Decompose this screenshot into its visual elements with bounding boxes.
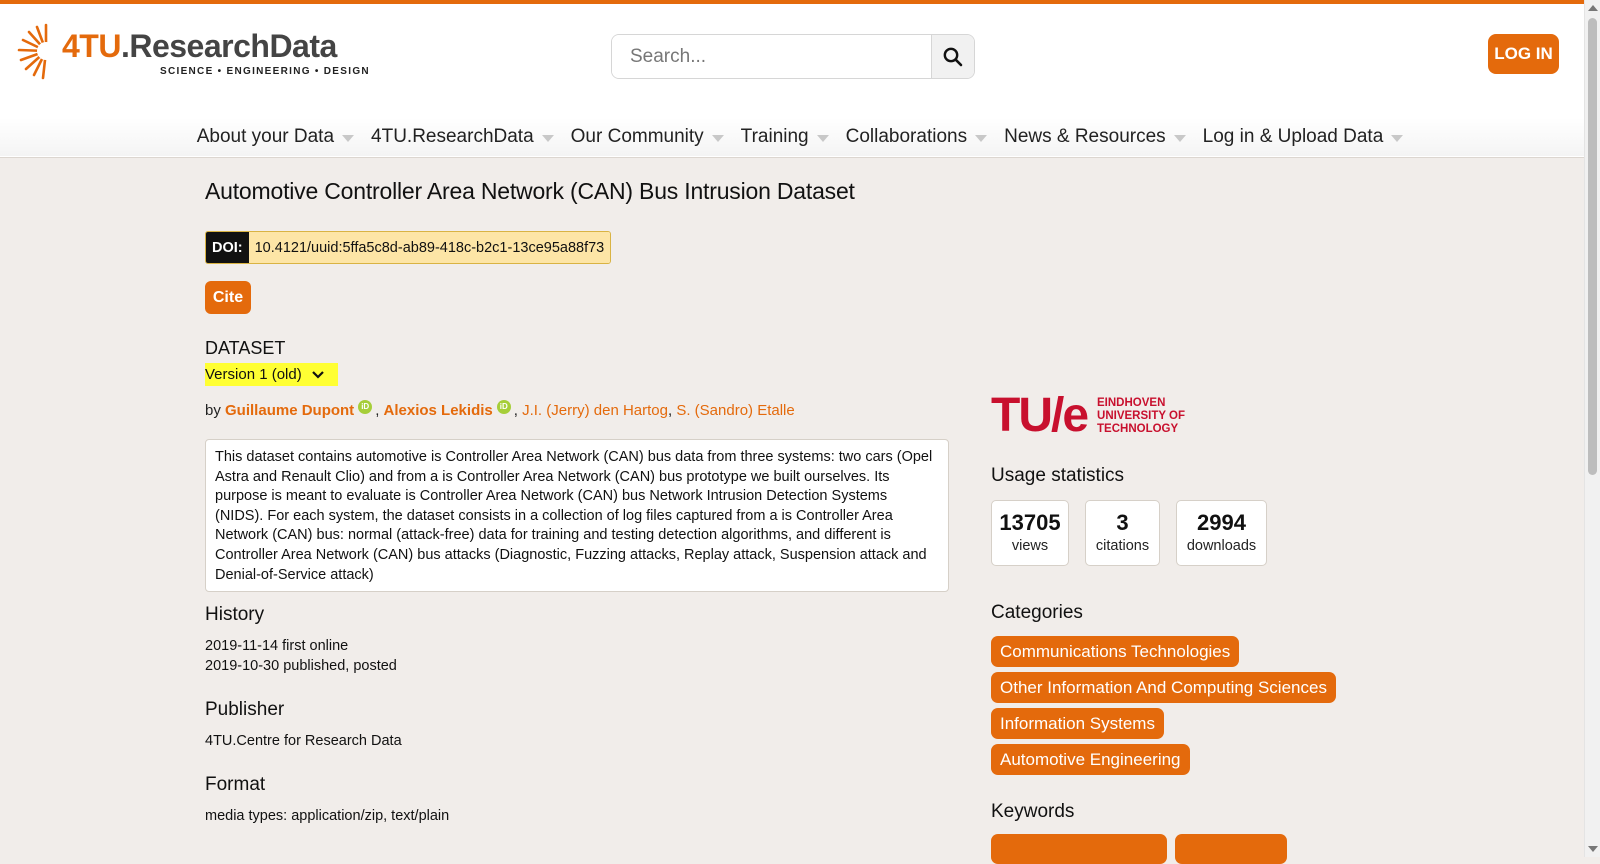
category-tag[interactable]: Automotive Engineering [991, 744, 1190, 775]
logo-sunburst-icon [17, 23, 55, 80]
search-bar [611, 34, 975, 79]
nav-item-news-resources[interactable]: News & Resources [1004, 118, 1186, 156]
caret-down-icon [1173, 134, 1186, 142]
orcid-icon[interactable]: iD [496, 400, 511, 414]
dataset-title: Automotive Controller Area Network (CAN)… [205, 178, 855, 204]
scrollbar-thumb[interactable] [1588, 18, 1597, 475]
stat-downloads: 2994 downloads [1176, 500, 1267, 566]
author-separator: , [513, 401, 518, 419]
caret-down-icon [975, 134, 988, 142]
nav-item-label: Log in & Upload Data [1202, 126, 1384, 147]
author-link[interactable]: J.I. (Jerry) den Hartog [522, 402, 668, 419]
main-nav: About your Data 4TU.ResearchData Our Com… [0, 118, 1600, 156]
category-tag[interactable]: Information Systems [991, 708, 1164, 739]
by-label: by [205, 401, 221, 419]
institution-mark: TU/e [991, 389, 1089, 442]
stat-label: citations [1095, 538, 1150, 554]
caret-down-icon [816, 134, 829, 142]
keywords-heading: Keywords [991, 801, 1075, 822]
version-select[interactable]: Version 1 (old) [205, 363, 338, 386]
institution-name-line: TECHNOLOGY [1097, 422, 1179, 435]
usage-stats: 13705 views 3 citations 2994 downloads [991, 500, 1267, 566]
nav-item-label: 4TU.ResearchData [371, 126, 534, 147]
caret-down-icon [1391, 134, 1404, 142]
site-header: 4TU.ResearchData SCIENCE • ENGINEERING •… [0, 4, 1600, 158]
chevron-down-icon [311, 370, 324, 379]
stat-value: 2994 [1197, 510, 1246, 535]
version-label: Version 1 (old) [205, 366, 302, 383]
logo-tagline: SCIENCE • ENGINEERING • DESIGN [160, 66, 370, 77]
nav-item-label: Collaborations [845, 126, 968, 147]
author-list: by Guillaume Dupont iD, Alexios Lekidis … [205, 400, 795, 420]
caret-down-icon [342, 134, 355, 142]
page-scrollbar[interactable] [1584, 0, 1600, 857]
doi-label: DOI: [206, 232, 249, 263]
doi-value[interactable]: 10.4121/uuid:5ffa5c8d-ab89-418c-b2c1-13c… [248, 232, 611, 263]
login-button[interactable]: LOG IN [1488, 34, 1559, 74]
format-value: media types: application/zip, text/plain [205, 808, 450, 824]
nav-item-label: News & Resources [1004, 126, 1166, 147]
history-entry: 2019-10-30 published, posted [205, 658, 397, 674]
category-tag[interactable]: Other Information And Computing Sciences [991, 672, 1336, 703]
author-link[interactable]: S. (Sandro) Etalle [676, 402, 794, 419]
scroll-up-icon[interactable] [1588, 5, 1598, 11]
nav-item-label: About your Data [196, 126, 335, 147]
dataset-type-label: DATASET [205, 338, 286, 358]
doi-badge: DOI: 10.4121/uuid:5ffa5c8d-ab89-418c-b2c… [205, 231, 612, 264]
stat-value: 13705 [999, 510, 1061, 535]
institution-logo[interactable]: TU/e EINDHOVEN UNIVERSITY OF TECHNOLOGY [991, 392, 1185, 440]
format-heading: Format [205, 774, 266, 795]
author-link[interactable]: Guillaume Dupont [225, 402, 354, 419]
category-list: Communications Technologies Other Inform… [991, 636, 1336, 775]
history-entry: 2019-11-14 first online [205, 638, 349, 654]
cite-button[interactable]: Cite [205, 281, 251, 314]
caret-down-icon [541, 134, 554, 142]
orcid-icon[interactable]: iD [358, 400, 373, 414]
author-separator: , [667, 401, 673, 419]
keyword-list [991, 834, 1287, 864]
logo-number: 4TU [62, 28, 121, 64]
nav-item-collaborations[interactable]: Collaborations [845, 118, 988, 156]
stat-label: downloads [1186, 538, 1257, 554]
logo-name: .ResearchData [120, 28, 337, 64]
stat-views: 13705 views [991, 500, 1069, 566]
author-separator: , [375, 401, 380, 419]
site-logo[interactable]: 4TU.ResearchData SCIENCE • ENGINEERING •… [16, 22, 370, 80]
search-input[interactable] [612, 35, 931, 78]
search-icon [943, 47, 963, 66]
nav-item-training[interactable]: Training [741, 118, 829, 156]
keyword-tag[interactable] [991, 834, 1167, 864]
nav-item-label: Our Community [570, 126, 704, 147]
dataset-description: This dataset contains automotive is Cont… [205, 439, 949, 592]
nav-item-4tu-researchdata[interactable]: 4TU.ResearchData [371, 118, 554, 156]
caret-down-icon [711, 134, 724, 142]
nav-item-label: Training [740, 126, 809, 147]
stat-citations: 3 citations [1085, 500, 1160, 566]
dataset-page: Automotive Controller Area Network (CAN)… [0, 158, 1584, 864]
nav-item-login-upload[interactable]: Log in & Upload Data [1203, 118, 1404, 156]
search-button[interactable] [931, 35, 974, 78]
institution-name-line: UNIVERSITY OF [1097, 409, 1185, 422]
category-tag[interactable]: Communications Technologies [991, 636, 1240, 667]
publisher-value: 4TU.Centre for Research Data [205, 733, 402, 749]
keyword-tag[interactable] [1175, 834, 1287, 864]
categories-heading: Categories [991, 602, 1083, 623]
nav-item-our-community[interactable]: Our Community [571, 118, 724, 156]
history-heading: History [205, 604, 265, 625]
publisher-heading: Publisher [205, 699, 285, 720]
stat-value: 3 [1116, 510, 1129, 535]
stat-label: views [1011, 538, 1049, 554]
nav-item-about-your-data[interactable]: About your Data [196, 118, 355, 156]
scroll-down-icon[interactable] [1588, 846, 1598, 852]
institution-name-line: EINDHOVEN [1097, 396, 1166, 409]
author-link[interactable]: Alexios Lekidis [384, 402, 493, 419]
usage-heading: Usage statistics [991, 465, 1125, 486]
